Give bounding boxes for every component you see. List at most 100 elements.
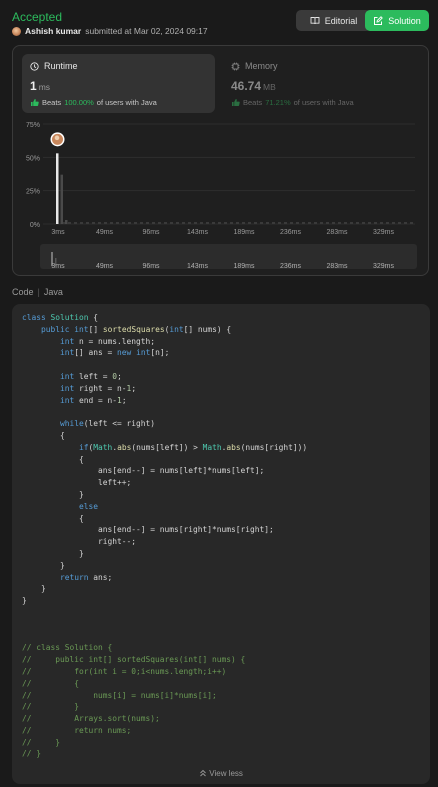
x-tick-label: 3ms	[51, 229, 65, 236]
distribution-bar[interactable]	[248, 222, 251, 224]
distribution-bar[interactable]	[266, 222, 269, 224]
distribution-bar[interactable]	[224, 222, 227, 224]
view-less-label: View less	[209, 769, 243, 778]
distribution-bar[interactable]	[236, 222, 239, 224]
distribution-bar[interactable]	[380, 222, 383, 224]
brush-tick-label: 189ms	[233, 263, 255, 270]
runtime-bar[interactable]	[65, 220, 68, 224]
brush-tick-label: 236ms	[280, 263, 302, 270]
distribution-bar[interactable]	[326, 222, 329, 224]
distribution-bar[interactable]	[284, 222, 287, 224]
submission-header: Accepted Ashish kumar submitted at Mar 0…	[12, 10, 429, 40]
distribution-bar[interactable]	[200, 222, 203, 224]
pencil-square-icon	[374, 15, 384, 25]
distribution-bar[interactable]	[86, 222, 89, 224]
code-content[interactable]: class Solution { public int[] sortedSqua…	[22, 312, 307, 760]
separator: |	[37, 287, 40, 297]
distribution-bar[interactable]	[80, 222, 83, 224]
y-tick-label: 0%	[30, 222, 40, 229]
distribution-bar[interactable]	[176, 222, 179, 224]
code-language: Java	[43, 287, 63, 297]
distribution-bar[interactable]	[374, 222, 377, 224]
runtime-bar[interactable]	[60, 174, 64, 224]
distribution-bar[interactable]	[362, 222, 365, 224]
distribution-bar[interactable]	[116, 222, 119, 224]
distribution-bar[interactable]	[194, 222, 197, 224]
author-name[interactable]: Ashish kumar	[25, 26, 81, 36]
x-tick-label: 329ms	[373, 229, 395, 236]
view-less-button[interactable]: View less	[12, 769, 430, 778]
distribution-bar[interactable]	[296, 222, 299, 224]
distribution-bar[interactable]	[158, 222, 161, 224]
distribution-bar[interactable]	[278, 222, 281, 224]
distribution-bar[interactable]	[350, 222, 353, 224]
brush-tick-label: 49ms	[96, 263, 114, 270]
x-tick-label: 236ms	[280, 229, 302, 236]
distribution-bar[interactable]	[206, 222, 209, 224]
distribution-bar[interactable]	[218, 222, 221, 224]
brush-tick-label: 143ms	[187, 263, 209, 270]
editorial-label: Editorial	[324, 15, 358, 26]
distribution-bar[interactable]	[356, 222, 359, 224]
distribution-bar[interactable]	[290, 222, 293, 224]
editorial-button[interactable]: Editorial	[296, 10, 371, 31]
distribution-bar[interactable]	[386, 222, 389, 224]
distribution-bar[interactable]	[254, 222, 257, 224]
distribution-bar[interactable]	[260, 222, 263, 224]
distribution-bar[interactable]	[398, 222, 401, 224]
distribution-bar[interactable]	[182, 222, 185, 224]
brush-tick-label: 329ms	[373, 263, 395, 270]
distribution-bar[interactable]	[122, 222, 125, 224]
avatar[interactable]	[12, 26, 21, 36]
x-tick-label: 189ms	[233, 229, 255, 236]
distribution-bar[interactable]	[308, 222, 311, 224]
distribution-bar[interactable]	[272, 222, 275, 224]
distribution-bar[interactable]	[230, 222, 233, 224]
distribution-bar[interactable]	[110, 222, 113, 224]
distribution-bar[interactable]	[404, 222, 407, 224]
distribution-bar[interactable]	[410, 222, 413, 224]
performance-panel: Runtime 1 ms Beats 100.00% of users with …	[12, 45, 429, 276]
distribution-bar[interactable]	[338, 222, 341, 224]
chevrons-up-icon	[200, 769, 206, 777]
distribution-bar[interactable]	[188, 222, 191, 224]
distribution-bar[interactable]	[146, 222, 149, 224]
x-tick-label: 283ms	[326, 229, 348, 236]
brush-tick-label: 283ms	[326, 263, 348, 270]
distribution-bar[interactable]	[344, 222, 347, 224]
distribution-bar[interactable]	[368, 222, 371, 224]
submission-meta: Ashish kumar submitted at Mar 02, 2024 0…	[12, 26, 208, 36]
x-tick-label: 143ms	[187, 229, 209, 236]
brush-tick-label: 3ms	[51, 263, 65, 270]
distribution-bar[interactable]	[314, 222, 317, 224]
code-label: Code	[12, 287, 34, 297]
distribution-bar[interactable]	[320, 222, 323, 224]
distribution-bar[interactable]	[392, 222, 395, 224]
distribution-bar[interactable]	[98, 222, 101, 224]
distribution-bar[interactable]	[128, 222, 131, 224]
brush-tick-label: 96ms	[142, 263, 160, 270]
avatar-marker-face	[54, 135, 60, 141]
distribution-bar[interactable]	[212, 222, 215, 224]
distribution-bar[interactable]	[74, 222, 77, 224]
solution-button[interactable]: Solution	[365, 10, 429, 31]
distribution-bar[interactable]	[140, 222, 143, 224]
runtime-distribution-chart[interactable]: 75% 50% 25% 0% 3ms 49ms 96ms 143ms 189ms 236ms 283…	[13, 46, 430, 277]
distribution-bar[interactable]	[332, 222, 335, 224]
distribution-bar[interactable]	[92, 222, 95, 224]
distribution-bar[interactable]	[134, 222, 137, 224]
y-tick-label: 25%	[26, 189, 40, 196]
distribution-bar[interactable]	[302, 222, 305, 224]
distribution-bar[interactable]	[164, 222, 167, 224]
distribution-bar[interactable]	[104, 222, 107, 224]
x-tick-label: 96ms	[142, 229, 160, 236]
runtime-bar[interactable]	[56, 153, 59, 224]
distribution-bar[interactable]	[242, 222, 245, 224]
submitted-text: submitted at Mar 02, 2024 09:17	[85, 26, 208, 36]
code-header: Code | Java	[12, 287, 63, 297]
distribution-bar[interactable]	[170, 222, 173, 224]
book-icon	[310, 17, 320, 25]
distribution-bar[interactable]	[68, 222, 71, 224]
code-block[interactable]: class Solution { public int[] sortedSqua…	[12, 304, 430, 784]
distribution-bar[interactable]	[152, 222, 155, 224]
